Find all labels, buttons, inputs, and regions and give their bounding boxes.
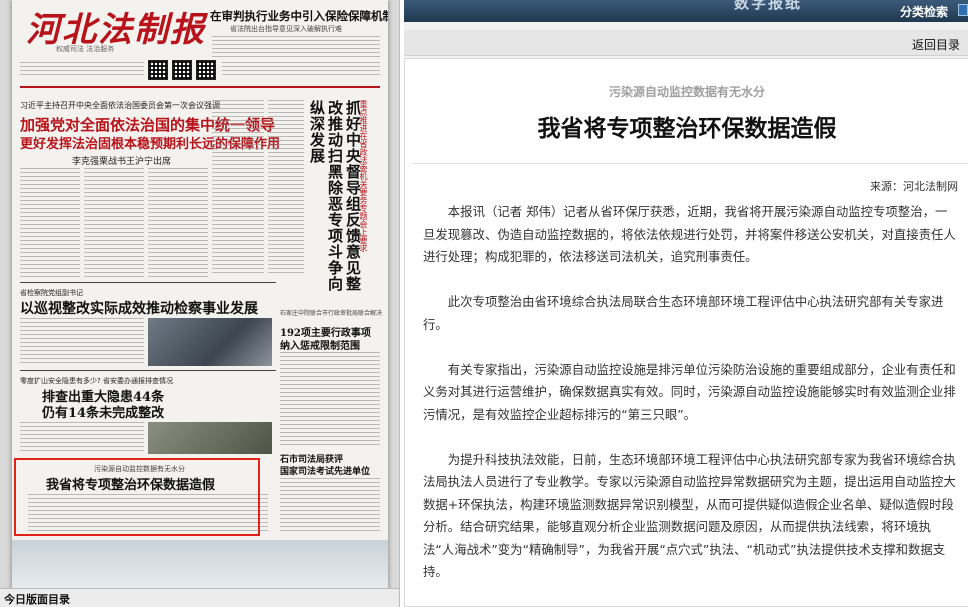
top-headline[interactable]: 在审判执行业务中引入保险保障机制 xyxy=(210,8,388,24)
issue-info xyxy=(20,62,144,76)
text-column xyxy=(280,478,380,534)
article-source: 来源：河北法制网 xyxy=(870,180,958,193)
article-paragraph: 有关专家指出，污染源自动监控设施是排污单位污染防治设施的重要组成部分，企业有责任… xyxy=(423,361,956,422)
text-column xyxy=(84,168,144,278)
article-panel: 数字报纸 分类检索 返回目录 污染源自动监控数据有无水分 我省将专项整治环保数据… xyxy=(404,0,968,607)
text-column xyxy=(268,100,304,276)
side-headline-d[interactable]: 国家司法考试先进单位 xyxy=(280,464,370,477)
side-headline-b[interactable]: 纳入惩戒限制范围 xyxy=(280,337,360,352)
news-photo xyxy=(148,422,272,454)
headline-2[interactable]: 以巡视整改实际成效推动检察事业发展 xyxy=(20,298,258,318)
back-to-index-link[interactable]: 返回目录 xyxy=(912,36,960,53)
newspaper-masthead: 河北法制报 xyxy=(26,8,206,52)
divider xyxy=(413,163,968,164)
headline-3b[interactable]: 仍有14条未完成整改 xyxy=(42,402,164,421)
article-pre-title: 污染源自动监控数据有无水分 xyxy=(608,85,765,99)
article-paragraph: 为提升科技执法效能，日前，生态环境部环境工程评估中心执法研究部专家为我省环境综合… xyxy=(423,451,956,580)
text-column xyxy=(212,36,380,60)
article-body: 本报讯（记者 郑伟）记者从省环保厅获悉，近期，我省将开展污染源自动监控专项整治，… xyxy=(423,201,959,606)
masthead-sub: 权威司法 法治服务 xyxy=(56,45,115,53)
text-column xyxy=(20,168,80,278)
selected-article-highlight[interactable] xyxy=(14,458,260,536)
newspaper-panel: 河北法制报 权威司法 法治服务 在审判执行业务中引入保险保障机制 省法院出台指导… xyxy=(0,0,400,607)
sub-1: 李克强栗战书王沪宁出席 xyxy=(72,157,172,167)
divider xyxy=(20,370,276,371)
top-subheadline: 省法院出台指导意见深入破解执行难 xyxy=(230,25,342,33)
today-page-index-button[interactable]: 今日版面目录 xyxy=(0,588,399,607)
article-title: 我省将专项整治环保数据造假 xyxy=(537,115,837,142)
category-search-link[interactable]: 分类检索 xyxy=(900,3,948,20)
qr-code-icon xyxy=(196,60,216,80)
kicker-2: 省检察院党组副书记 xyxy=(20,289,83,297)
search-icon[interactable] xyxy=(958,4,968,16)
issue-info xyxy=(222,62,380,76)
text-column xyxy=(212,100,264,276)
banner-title: 数字报纸 xyxy=(734,0,803,12)
news-photo xyxy=(148,318,272,366)
page-bottom-photo xyxy=(12,540,388,590)
article-nav-bar: 返回目录 xyxy=(404,30,968,56)
vertical-headline[interactable]: 抓好中央督导组反馈意见整改推动扫黑除恶专项斗争向纵深发展 xyxy=(308,100,362,300)
text-column xyxy=(20,422,144,454)
text-column xyxy=(280,352,380,446)
kicker-1: 习近平主持召开中央全面依法治国委员会第一次会议强调 xyxy=(20,101,220,110)
kicker-3: 零度扩山安全隐患有多少? 省安委办通报排查情况 xyxy=(20,377,173,385)
article-content: 污染源自动监控数据有无水分 我省将专项整治环保数据造假 来源：河北法制网 本报讯… xyxy=(404,58,968,607)
text-column xyxy=(148,168,208,278)
article-paragraph: 此次专项整治由省环境综合执法局联合生态环境部环境工程评估中心执法研究部有关专家进… xyxy=(423,294,944,332)
masthead-title: 河北法制报 xyxy=(26,10,206,50)
article-paragraph: 本报讯（记者 郑伟）记者从省环保厅获悉，近期，我省将开展污染源自动监控专项整治，… xyxy=(423,204,956,264)
text-column xyxy=(20,318,144,366)
vertical-subheadline: 重点推进在省政法委机关要务专题会上要求 xyxy=(359,100,368,252)
divider xyxy=(20,282,276,283)
side-kicker: 石家庄中院联合市行政审批局联合解决 xyxy=(280,310,383,317)
qr-code-icon xyxy=(172,60,192,80)
divider xyxy=(20,86,380,88)
site-banner: 数字报纸 分类检索 xyxy=(404,0,968,22)
qr-code-icon xyxy=(148,60,168,80)
